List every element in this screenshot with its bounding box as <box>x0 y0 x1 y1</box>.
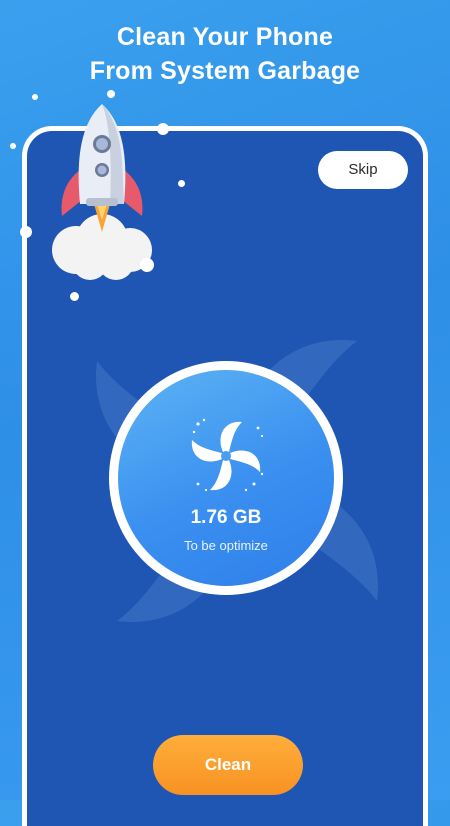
decor-dot <box>178 180 185 187</box>
storage-caption: To be optimize <box>184 538 268 553</box>
headline-line-1: Clean Your Phone <box>116 23 334 51</box>
decor-dot <box>32 94 38 100</box>
decor-dot <box>70 292 79 301</box>
decor-dot <box>20 226 32 238</box>
skip-button[interactable]: Skip <box>318 151 408 189</box>
decor-dot <box>10 143 16 149</box>
fan-icon <box>191 418 264 492</box>
decor-dot <box>140 258 154 272</box>
clean-button[interactable]: Clean <box>153 735 303 795</box>
decor-dot <box>107 90 115 98</box>
headline: Clean Your Phone From System Garbage <box>0 20 450 88</box>
storage-circle-inner: 1.76 GB To be optimize <box>118 370 334 586</box>
headline-line-2: From System Garbage <box>89 57 361 85</box>
storage-size: 1.76 GB <box>190 507 262 528</box>
storage-circle: 1.76 GB To be optimize <box>109 361 343 595</box>
decor-dot <box>157 123 169 135</box>
rocket-icon <box>52 104 152 280</box>
